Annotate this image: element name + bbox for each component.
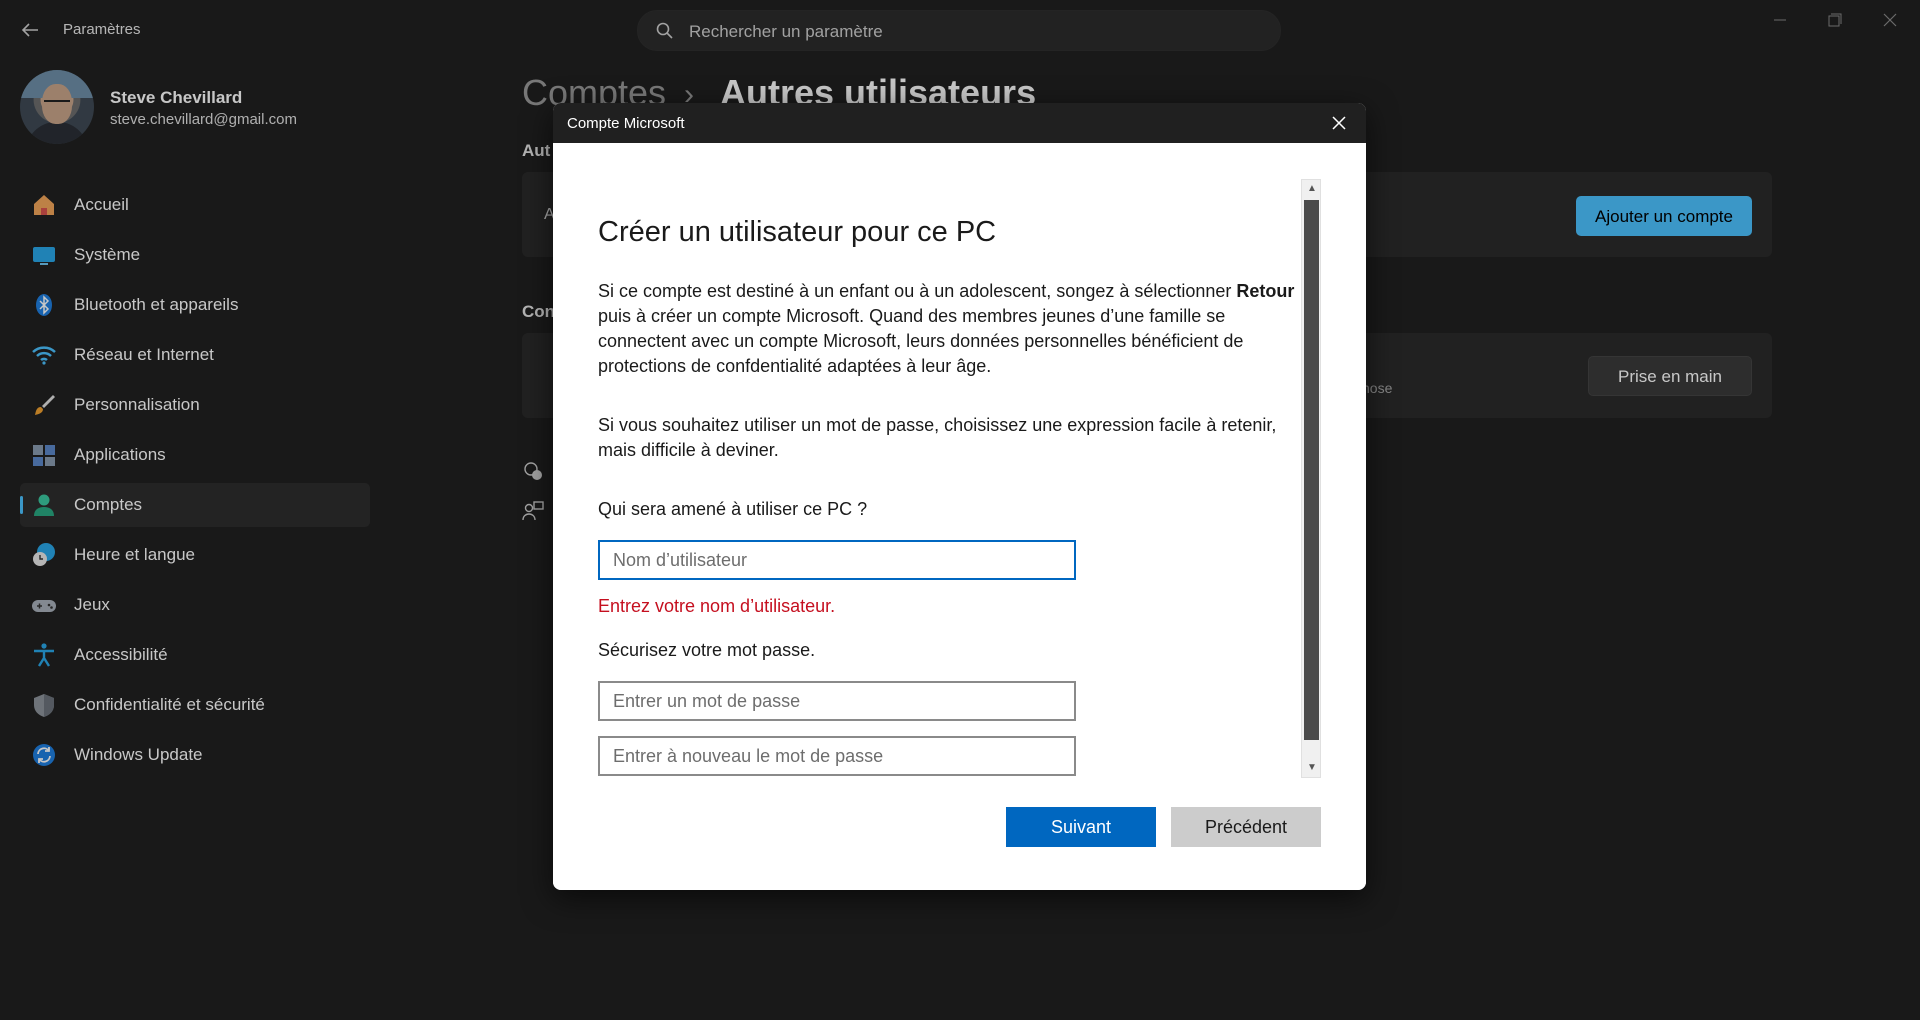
next-button[interactable]: Suivant [1006, 807, 1156, 847]
scroll-down-icon[interactable]: ▼ [1305, 761, 1319, 775]
dialog-body: Créer un utilisateur pour ce PC Si ce co… [553, 143, 1366, 890]
password-input[interactable] [598, 681, 1076, 721]
previous-button[interactable]: Précédent [1171, 807, 1321, 847]
password-label: Sécurisez votre mot passe. [598, 640, 816, 660]
dialog-scrollbar[interactable]: ▲ ▼ [1301, 179, 1321, 778]
scroll-up-icon[interactable]: ▲ [1305, 182, 1319, 196]
dialog-title-bar: Compte Microsoft [553, 103, 1366, 143]
dialog-heading: Créer un utilisateur pour ce PC [598, 216, 997, 248]
child-account-paragraph: Si ce compte est destiné à un enfant ou … [598, 281, 1295, 376]
scroll-thumb[interactable] [1304, 200, 1319, 740]
dialog-title: Compte Microsoft [567, 115, 685, 132]
password-tip-paragraph: Si vous souhaitez utiliser un mot de pas… [598, 415, 1277, 460]
username-error: Entrez votre nom d’utilisateur. [598, 596, 836, 616]
username-label: Qui sera amené à utiliser ce PC ? [598, 499, 868, 519]
close-icon[interactable] [1330, 114, 1348, 132]
username-input[interactable] [598, 540, 1076, 580]
password-confirm-input[interactable] [598, 736, 1076, 776]
microsoft-account-dialog: Compte Microsoft Créer un utilisateur po… [553, 103, 1366, 890]
back-emphasis: Retour [1236, 281, 1295, 301]
